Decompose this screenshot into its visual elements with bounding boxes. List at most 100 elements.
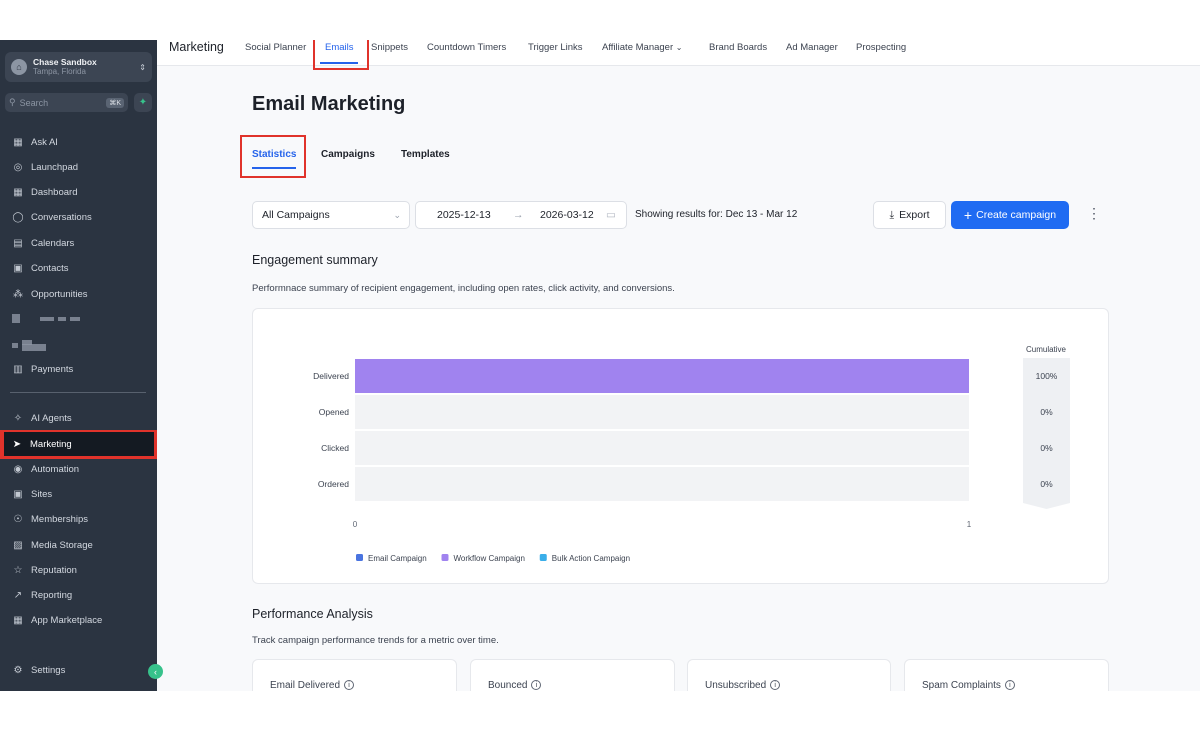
chevron-down-icon: ⌄ <box>393 209 401 220</box>
sidebar-item-opportunities[interactable]: ⁂ Opportunities <box>5 283 155 305</box>
sidebar-item-label: Sites <box>31 488 53 500</box>
sidebar-item-payments[interactable]: ▥ Payments <box>5 358 155 380</box>
sidebar-item-label: Dashboard <box>31 186 78 198</box>
tab-campaigns[interactable]: Campaigns <box>321 149 375 160</box>
sidebar-item-contacts[interactable]: ▣ Contacts <box>5 257 155 279</box>
export-label: Export <box>899 209 930 221</box>
results-range-text: Showing results for: Dec 13 - Mar 12 <box>635 209 798 220</box>
metric-card-bounced[interactable]: Bounced i <box>470 659 675 691</box>
sidebar-item-app-marketplace[interactable]: ▦ App Marketplace <box>5 609 155 631</box>
opportunities-icon: ⁂ <box>13 288 23 300</box>
info-icon[interactable]: i <box>1004 680 1015 691</box>
bar-track <box>355 395 969 429</box>
sidebar-item-conversations[interactable]: ◯ Conversations <box>5 206 155 228</box>
category-label: Ordered <box>318 479 349 489</box>
cumulative-value: 100% <box>1036 371 1058 381</box>
search-input[interactable]: ⚲ Search ⌘K <box>5 93 128 112</box>
more-options-icon[interactable]: ⋮ <box>1087 205 1101 222</box>
info-icon[interactable]: i <box>531 680 542 691</box>
tab-countdown-timers[interactable]: Countdown Timers <box>427 42 506 53</box>
x-tick-label: 0 <box>353 520 358 529</box>
sidebar-item-reporting[interactable]: ↗ Reporting <box>5 584 155 606</box>
metric-card-email-delivered[interactable]: Email Delivered i <box>252 659 457 691</box>
sidebar-item-label: Automation <box>31 463 80 475</box>
engagement-chart-card: Delivered 100% Opened 0% Clicked 0% Ordered 0% C… <box>252 308 1109 584</box>
sidebar-item-dashboard[interactable]: ▦ Dashboard <box>5 181 155 203</box>
tab-snippets[interactable]: Snippets <box>371 42 408 53</box>
info-icon[interactable]: i <box>770 680 781 691</box>
sidebar-item-label: Conversations <box>31 211 92 223</box>
sidebar-item-label: Launchpad <box>31 161 79 173</box>
sidebar-item-calendars[interactable]: ▤ Calendars <box>5 232 155 254</box>
cumulative-value: 0% <box>1040 407 1053 417</box>
sidebar-item-media-storage[interactable]: ▨ Media Storage <box>5 534 155 556</box>
sidebar-item-launchpad[interactable]: ◎ Launchpad <box>5 156 155 178</box>
tab-social-planner[interactable]: Social Planner <box>245 42 306 53</box>
sidebar-item-sites[interactable]: ▣ Sites <box>5 483 155 505</box>
sidebar-item-label: Calendars <box>31 237 75 249</box>
quick-action-button[interactable]: ✦ <box>134 93 152 112</box>
tab-affiliate-manager[interactable]: Affiliate Manager ⌄ <box>602 42 682 53</box>
performance-description: Track campaign performance trends for a … <box>252 635 499 646</box>
bar <box>355 359 969 393</box>
sidebar: ⌂ Chase Sandbox Tampa, Florida ⇕ ⚲ Searc… <box>0 40 163 691</box>
tab-prospecting[interactable]: Prospecting <box>856 42 906 53</box>
dashboard-icon: ▦ <box>13 186 23 198</box>
sidebar-item-label: Reporting <box>31 589 73 601</box>
app-window: ⌂ Chase Sandbox Tampa, Florida ⇕ ⚲ Searc… <box>0 40 1200 691</box>
automation-icon: ◉ <box>13 463 23 475</box>
chat-icon: ◯ <box>12 211 24 223</box>
cumulative-value: 0% <box>1040 443 1053 453</box>
date-end: 2026-03-12 <box>540 209 594 221</box>
sidebar-item-automation[interactable]: ◉ Automation <box>5 458 155 480</box>
metric-card-unsubscribed[interactable]: Unsubscribed i <box>687 659 891 691</box>
sidebar-item-label: Payments <box>31 363 74 375</box>
payments-icon: ▥ <box>13 363 23 375</box>
account-switcher[interactable]: ⌂ Chase Sandbox Tampa, Florida ⇕ <box>5 52 152 82</box>
bar-track <box>355 431 969 465</box>
engagement-chart: Delivered 100% Opened 0% Clicked 0% Ordered 0% C… <box>313 345 1070 563</box>
sidebar-item-ask-ai[interactable]: ▦ Ask AI <box>5 131 155 153</box>
create-label: Create campaign <box>976 209 1057 221</box>
trend-icon: ↗ <box>13 589 23 601</box>
date-range-picker[interactable]: 2025-12-13 → 2026-03-12 ▭ <box>415 201 627 229</box>
sidebar-item-label: Media Storage <box>31 539 93 551</box>
sidebar-item-label: AI Agents <box>31 412 72 424</box>
metric-label: Spam Complaints <box>922 680 1001 691</box>
highlight-box <box>0 430 157 459</box>
engagement-title: Engagement summary <box>252 253 378 267</box>
sidebar-item-label: Memberships <box>31 513 89 525</box>
apps-icon: ▦ <box>13 614 23 626</box>
export-button[interactable]: ⤓ Export <box>873 201 946 229</box>
create-campaign-button[interactable]: + Create campaign <box>951 201 1069 229</box>
tab-ad-manager[interactable]: Ad Manager <box>786 42 838 53</box>
grid-icon: ▦ <box>13 136 23 148</box>
campaign-filter-select[interactable]: All Campaigns ⌄ <box>252 201 410 229</box>
sidebar-item-label: App Marketplace <box>31 614 103 626</box>
tab-templates[interactable]: Templates <box>401 149 450 160</box>
metric-label: Email Delivered <box>270 680 341 691</box>
tab-brand-boards[interactable]: Brand Boards <box>709 42 767 53</box>
chevron-down-icon: ⌄ <box>675 43 683 52</box>
tab-label: Affiliate Manager <box>602 42 674 53</box>
arrow-right-icon: → <box>513 209 524 221</box>
sidebar-item-reputation[interactable]: ☆ Reputation <box>5 559 155 581</box>
sidebar-item-settings[interactable]: ⚙ Settings <box>5 659 155 681</box>
legend-label: Bulk Action Campaign <box>552 554 630 563</box>
redacted-item <box>12 340 82 351</box>
location-icon: ⌂ <box>11 59 27 75</box>
metric-card-spam-complaints[interactable]: Spam Complaints i <box>904 659 1109 691</box>
calendar-icon: ▤ <box>13 237 23 249</box>
sidebar-item-ai-agents[interactable]: ✧ AI Agents <box>5 407 155 429</box>
sidebar-item-memberships[interactable]: ☉ Memberships <box>5 508 155 530</box>
info-icon[interactable]: i <box>344 680 355 691</box>
bar-track <box>355 467 969 501</box>
section-title: Marketing <box>169 40 224 54</box>
account-location: Tampa, Florida <box>33 67 86 76</box>
collapse-sidebar-button[interactable]: ‹ <box>148 664 163 679</box>
performance-title: Performance Analysis <box>252 607 373 621</box>
page-title: Email Marketing <box>252 93 406 115</box>
metric-label: Bounced <box>488 680 528 691</box>
search-placeholder: Search <box>19 97 49 108</box>
tab-trigger-links[interactable]: Trigger Links <box>528 42 583 53</box>
